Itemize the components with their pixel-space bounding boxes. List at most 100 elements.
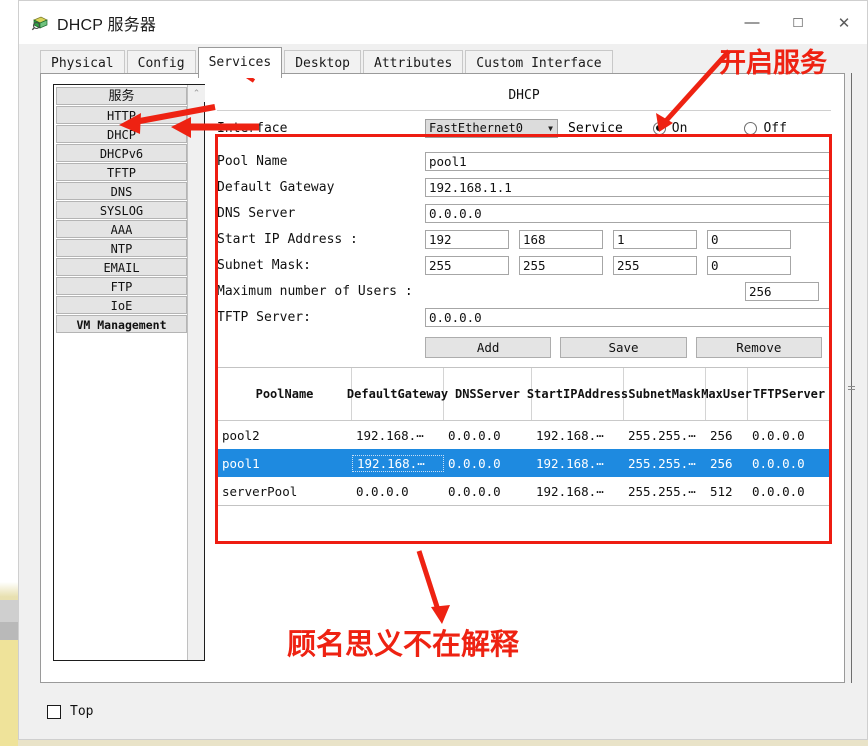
table-cell: serverPool xyxy=(222,483,298,499)
table-cell: 0.0.0.0 xyxy=(752,483,805,499)
service-on-label: On xyxy=(671,120,688,136)
table-row[interactable]: serverPool 0.0.0.0 0.0.0.0 192.168.⋯ 255.255… xyxy=(218,477,830,505)
subnet-mask-octet-3[interactable]: 255 xyxy=(613,255,697,275)
table-cell: 0.0.0.0 xyxy=(448,483,501,499)
table-header-cell[interactable]: Subnet Mask xyxy=(624,368,706,420)
sidebar-item-syslog[interactable]: SYSLOG xyxy=(56,201,187,219)
service-off-radio[interactable]: Off xyxy=(744,120,787,136)
table-cell: 0.0.0.0 xyxy=(448,427,501,443)
tftp-server-row: TFTP Server: 0.0.0.0 xyxy=(217,304,831,330)
table-cell: pool1 xyxy=(222,455,260,471)
services-list: 服务 HTTP DHCP DHCPv6 TFTP DNS SYSLOG AAA NTP EMAIL… xyxy=(55,86,188,334)
scroll-up-icon[interactable]: ⌃ xyxy=(188,85,205,102)
sidebar-scrollbar[interactable]: ⌃ ⌄ xyxy=(187,85,205,660)
pane-divider xyxy=(217,110,831,111)
max-users-input[interactable]: 256 xyxy=(745,281,819,301)
save-button[interactable]: Save xyxy=(560,337,687,358)
sidebar-item-dhcpv6[interactable]: DHCPv6 xyxy=(56,144,187,162)
table-cell: 0.0.0.0 xyxy=(752,455,805,471)
minimize-icon[interactable]: — xyxy=(729,1,775,44)
service-off-label: Off xyxy=(763,120,787,136)
table-row[interactable]: pool2 192.168.⋯ 0.0.0.0 192.168.⋯ 255.255.⋯ 2… xyxy=(218,421,830,449)
pool-name-label: Pool Name xyxy=(217,153,288,169)
sidebar-item-tftp[interactable]: TFTP xyxy=(56,163,187,181)
add-button[interactable]: Add xyxy=(425,337,552,358)
table-cell: 256 xyxy=(710,455,733,471)
subnet-mask-row: Subnet Mask: 255 255 255 0 xyxy=(217,252,831,278)
default-gateway-label: Default Gateway xyxy=(217,179,335,195)
remove-button[interactable]: Remove xyxy=(695,337,822,358)
sidebar-item-aaa[interactable]: AAA xyxy=(56,220,187,238)
dhcp-server-window: DHCP 服务器 — □ ✕ Physical Config Services Des… xyxy=(18,0,868,740)
table-header-cell[interactable]: TFTP Server xyxy=(748,368,830,420)
table-header-cell[interactable]: DNS Server xyxy=(444,368,532,420)
tab-services[interactable]: Services xyxy=(197,47,283,78)
table-header-cell[interactable]: Default Gateway xyxy=(347,368,448,420)
tftp-server-label: TFTP Server: xyxy=(217,309,311,325)
table-cell: 0.0.0.0 xyxy=(448,455,501,471)
chevron-down-icon: ▼ xyxy=(548,123,553,133)
interface-select[interactable]: FastEthernet0 ▼ xyxy=(425,118,558,138)
subnet-mask-octet-1[interactable]: 255 xyxy=(425,255,509,275)
table-header-cell[interactable]: Max User xyxy=(701,368,752,420)
sidebar-item-ioe[interactable]: IoE xyxy=(56,296,187,314)
sidebar-item-dns[interactable]: DNS xyxy=(56,182,187,200)
sidebar-item-email[interactable]: EMAIL xyxy=(56,258,187,276)
default-gateway-input[interactable]: 192.168.1.1 xyxy=(425,177,831,197)
sidebar-item-http[interactable]: HTTP xyxy=(56,106,187,124)
interface-label: Interface xyxy=(217,120,288,136)
checkbox-icon xyxy=(47,704,61,719)
pane-resize-grip[interactable] xyxy=(848,384,855,396)
table-header-cell[interactable]: Pool Name xyxy=(218,368,352,420)
start-ip-row: Start IP Address : 192 168 1 0 xyxy=(217,226,831,252)
max-users-row: Maximum number of Users : 256 xyxy=(217,278,831,304)
service-label: Service xyxy=(568,120,623,136)
close-icon[interactable]: ✕ xyxy=(821,1,867,44)
top-checkbox-label: Top xyxy=(70,704,94,719)
start-ip-octet-1[interactable]: 192 xyxy=(425,229,509,249)
window-titlebar[interactable]: DHCP 服务器 — □ ✕ xyxy=(19,1,867,44)
subnet-mask-octet-4[interactable]: 0 xyxy=(707,255,791,275)
enable-service-annotation: 开启服务 xyxy=(719,48,827,79)
max-users-label: Maximum number of Users : xyxy=(217,283,413,299)
subnet-mask-octet-2[interactable]: 255 xyxy=(519,255,603,275)
tftp-server-input[interactable]: 0.0.0.0 xyxy=(425,307,831,327)
dhcp-server-icon xyxy=(31,14,49,32)
dns-server-label: DNS Server xyxy=(217,205,296,221)
table-cell: pool2 xyxy=(222,427,260,443)
window-title: DHCP 服务器 xyxy=(57,16,157,34)
sidebar-item-dhcp[interactable]: DHCP xyxy=(56,125,187,143)
pool-name-input[interactable]: pool1 xyxy=(425,151,831,171)
top-checkbox[interactable]: Top xyxy=(47,704,93,719)
sidebar-item-ntp[interactable]: NTP xyxy=(56,239,187,257)
services-content-panel: 服务 HTTP DHCP DHCPv6 TFTP DNS SYSLOG AAA NTP EMAIL… xyxy=(40,73,845,683)
table-cell: 192.168.⋯ xyxy=(536,483,604,499)
table-header-row: Pool Name Default Gateway DNS Server Start IP Ad… xyxy=(218,368,830,421)
table-header-cell[interactable]: Start IP Address xyxy=(527,368,628,420)
start-ip-label: Start IP Address : xyxy=(217,231,358,247)
table-cell: 192.168.⋯ xyxy=(536,427,604,443)
dhcp-pool-table: Pool Name Default Gateway DNS Server Start IP Ad… xyxy=(217,367,831,506)
window-controls: — □ ✕ xyxy=(729,1,867,44)
default-gateway-row: Default Gateway 192.168.1.1 xyxy=(217,174,831,200)
service-on-radio[interactable]: On xyxy=(652,120,688,136)
sidebar-item-vm-management[interactable]: VM Management xyxy=(56,315,187,333)
table-row[interactable]: pool1 192.168.⋯ 0.0.0.0 192.168.⋯ 255.255.⋯ 2… xyxy=(218,449,830,477)
desktop-band-1 xyxy=(0,600,18,622)
start-ip-octet-2[interactable]: 168 xyxy=(519,229,603,249)
desktop-band-3 xyxy=(0,640,18,746)
dns-server-input[interactable]: 0.0.0.0 xyxy=(425,203,831,223)
table-cell: 512 xyxy=(710,483,733,499)
sidebar-item-ftp[interactable]: FTP xyxy=(56,277,187,295)
maximize-icon[interactable]: □ xyxy=(775,1,821,44)
table-cell: 255.255.⋯ xyxy=(628,427,696,443)
interface-select-value: FastEthernet0 xyxy=(429,121,523,135)
interface-row: Interface FastEthernet0 ▼ Service On Off xyxy=(217,115,831,141)
pane-resize-divider[interactable] xyxy=(851,73,852,683)
dns-server-row: DNS Server 0.0.0.0 xyxy=(217,200,831,226)
desktop-background-strip xyxy=(0,0,18,746)
subnet-mask-label: Subnet Mask: xyxy=(217,257,311,273)
start-ip-octet-4[interactable]: 0 xyxy=(707,229,791,249)
sidebar-item-服务[interactable]: 服务 xyxy=(56,87,187,105)
start-ip-octet-3[interactable]: 1 xyxy=(613,229,697,249)
